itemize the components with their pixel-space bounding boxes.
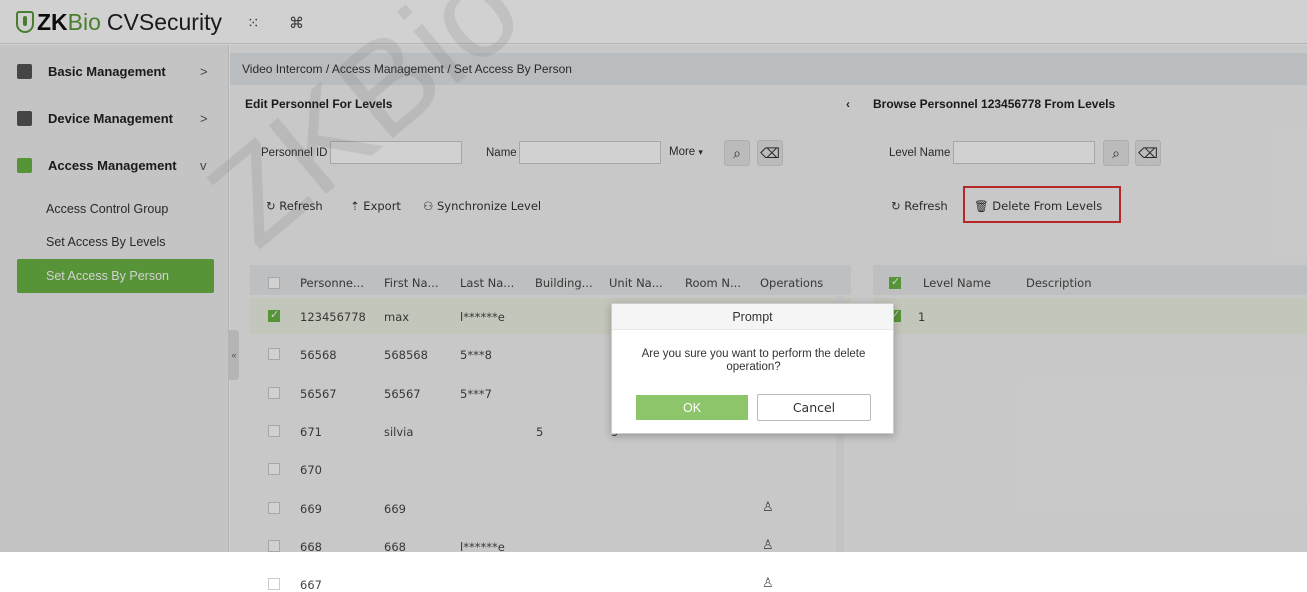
confirm-dialog: Prompt Are you sure you want to perform … <box>611 303 894 434</box>
row-checkbox[interactable] <box>268 578 280 590</box>
dialog-message: Are you sure you want to perform the del… <box>641 348 866 373</box>
cancel-button[interactable]: Cancel <box>757 394 871 421</box>
ok-button[interactable]: OK <box>636 395 748 420</box>
table-row[interactable]: 667 ♙ <box>250 566 851 592</box>
modal-overlay <box>0 0 1307 552</box>
person-key-icon[interactable]: ♙ <box>762 576 774 591</box>
dialog-title: Prompt <box>612 304 893 330</box>
cell-personnel-id: 667 <box>300 578 322 592</box>
